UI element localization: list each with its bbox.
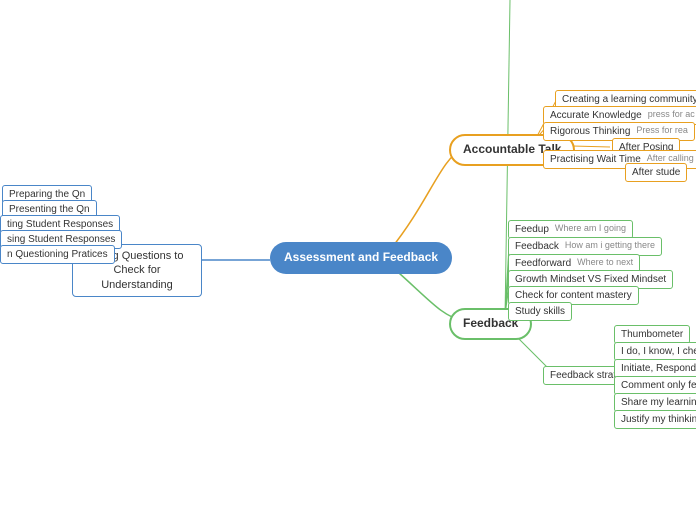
acc-item-6: After stude <box>625 163 687 182</box>
fb-item-6: Study skills <box>508 302 572 321</box>
central-node: Assessment and Feedback <box>270 242 452 274</box>
left-item-5: n Questioning Pratices <box>0 245 115 264</box>
strategy-item-6: Justify my thinking <box>614 410 696 429</box>
